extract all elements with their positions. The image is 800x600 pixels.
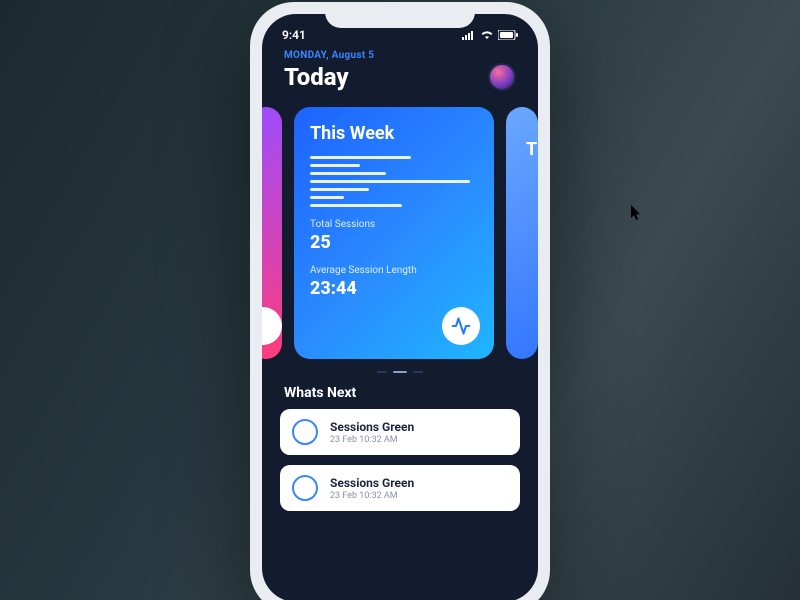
circle-icon xyxy=(292,419,318,445)
card-title: This Week xyxy=(310,123,478,144)
card-next-peek[interactable]: T Tot 23 Ave 25 xyxy=(506,107,538,359)
list-item[interactable]: Sessions Green 23 Feb 10:32 AM xyxy=(280,409,520,455)
signal-icon xyxy=(462,31,476,40)
pager-dot[interactable] xyxy=(377,371,387,373)
list-item-subtitle: 23 Feb 10:32 AM xyxy=(330,491,414,501)
card-carousel[interactable]: This Week Total Sessions 25 Average Sess… xyxy=(262,107,504,359)
list-item-subtitle: 23 Feb 10:32 AM xyxy=(330,435,414,445)
header: MONDAY, August 5 Today xyxy=(262,46,538,101)
battery-icon xyxy=(498,30,518,40)
next-total-label: Tot xyxy=(522,232,524,243)
whats-next-title: Whats Next xyxy=(262,373,538,409)
activity-icon xyxy=(451,316,471,336)
week-bar-chart xyxy=(310,156,478,207)
whats-next-list: Sessions Green 23 Feb 10:32 AM Sessions … xyxy=(262,409,538,511)
mockup-stage: 9:41 MONDAY, August 5 Today xyxy=(0,0,800,600)
page-title: Today xyxy=(284,63,349,91)
mouse-cursor xyxy=(631,205,643,225)
card-this-week[interactable]: This Week Total Sessions 25 Average Sess… xyxy=(294,107,494,359)
phone-frame: 9:41 MONDAY, August 5 Today xyxy=(250,2,550,600)
next-avg-value: 25 xyxy=(522,291,524,312)
list-item[interactable]: Sessions Green 23 Feb 10:32 AM xyxy=(280,465,520,511)
total-sessions-value: 25 xyxy=(310,232,478,253)
status-time: 9:41 xyxy=(282,28,306,42)
app-screen: 9:41 MONDAY, August 5 Today xyxy=(262,14,538,600)
avatar[interactable] xyxy=(488,63,516,91)
circle-icon xyxy=(292,475,318,501)
avg-length-value: 23:44 xyxy=(310,278,478,299)
next-avg-label: Ave xyxy=(522,278,524,289)
prev-card-action-icon xyxy=(262,307,282,345)
status-indicators xyxy=(462,30,518,40)
next-total-value: 23 xyxy=(522,245,524,266)
total-sessions-label: Total Sessions xyxy=(310,219,478,230)
date-label: MONDAY, August 5 xyxy=(284,50,516,61)
card-previous-peek[interactable] xyxy=(262,107,282,359)
pager-dot-active[interactable] xyxy=(393,371,407,373)
next-card-title-peek: T xyxy=(522,123,530,176)
list-item-title: Sessions Green xyxy=(330,476,414,490)
phone-notch xyxy=(325,2,475,28)
list-item-title: Sessions Green xyxy=(330,420,414,434)
wifi-icon xyxy=(480,30,494,40)
card-action-button[interactable] xyxy=(442,307,480,345)
avg-length-label: Average Session Length xyxy=(310,265,478,276)
pager-dot[interactable] xyxy=(413,371,423,373)
